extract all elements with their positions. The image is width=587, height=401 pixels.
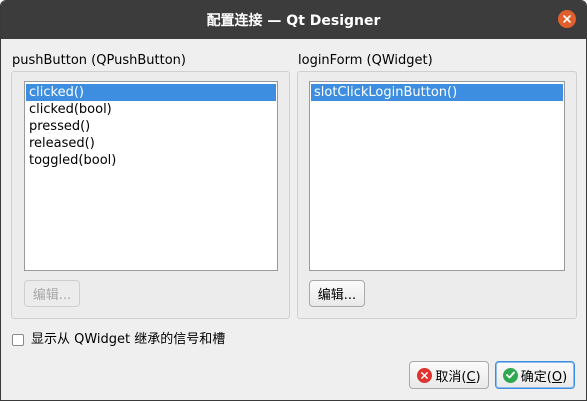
- show-inherited-checkbox[interactable]: [12, 334, 24, 346]
- sender-edit-label: 编辑...: [32, 288, 72, 303]
- title-bar: 配置连接 — Qt Designer: [1, 1, 586, 39]
- ok-label: 确定(O): [520, 369, 568, 385]
- slot-list-item[interactable]: slotClickLoginButton(): [311, 84, 563, 101]
- dialog-window: 配置连接 — Qt Designer pushButton (QPushButt…: [0, 0, 587, 401]
- signal-list-item[interactable]: pressed(): [26, 118, 276, 135]
- receiver-edit-button[interactable]: 编辑...: [309, 280, 365, 307]
- receiver-edit-label: 编辑...: [317, 288, 357, 303]
- close-button[interactable]: [558, 10, 576, 28]
- receiver-group: slotClickLoginButton() 编辑...: [297, 71, 577, 319]
- cancel-label: 取消(C): [435, 369, 481, 385]
- receiver-label: loginForm (QWidget): [298, 53, 433, 68]
- sender-edit-button[interactable]: 编辑...: [24, 280, 80, 307]
- sender-label: pushButton (QPushButton): [12, 53, 186, 68]
- signal-list-item[interactable]: clicked(): [26, 84, 276, 101]
- slot-list[interactable]: slotClickLoginButton(): [309, 81, 565, 271]
- checkmark-icon: [502, 367, 518, 383]
- signal-list-item[interactable]: released(): [26, 135, 276, 152]
- ok-button[interactable]: 确定(O): [495, 361, 575, 389]
- close-icon: [563, 15, 571, 23]
- show-inherited-label: 显示从 QWidget 继承的信号和槽: [31, 332, 226, 347]
- signal-list-item[interactable]: toggled(bool): [26, 152, 276, 169]
- signal-list-item[interactable]: clicked(bool): [26, 101, 276, 118]
- cancel-icon: [417, 367, 433, 383]
- signal-list[interactable]: clicked() clicked(bool) pressed() released(…: [24, 81, 278, 271]
- cancel-button[interactable]: 取消(C): [409, 361, 489, 389]
- window-title: 配置连接 — Qt Designer: [206, 13, 381, 29]
- sender-group: clicked() clicked(bool) pressed() released(…: [11, 71, 290, 319]
